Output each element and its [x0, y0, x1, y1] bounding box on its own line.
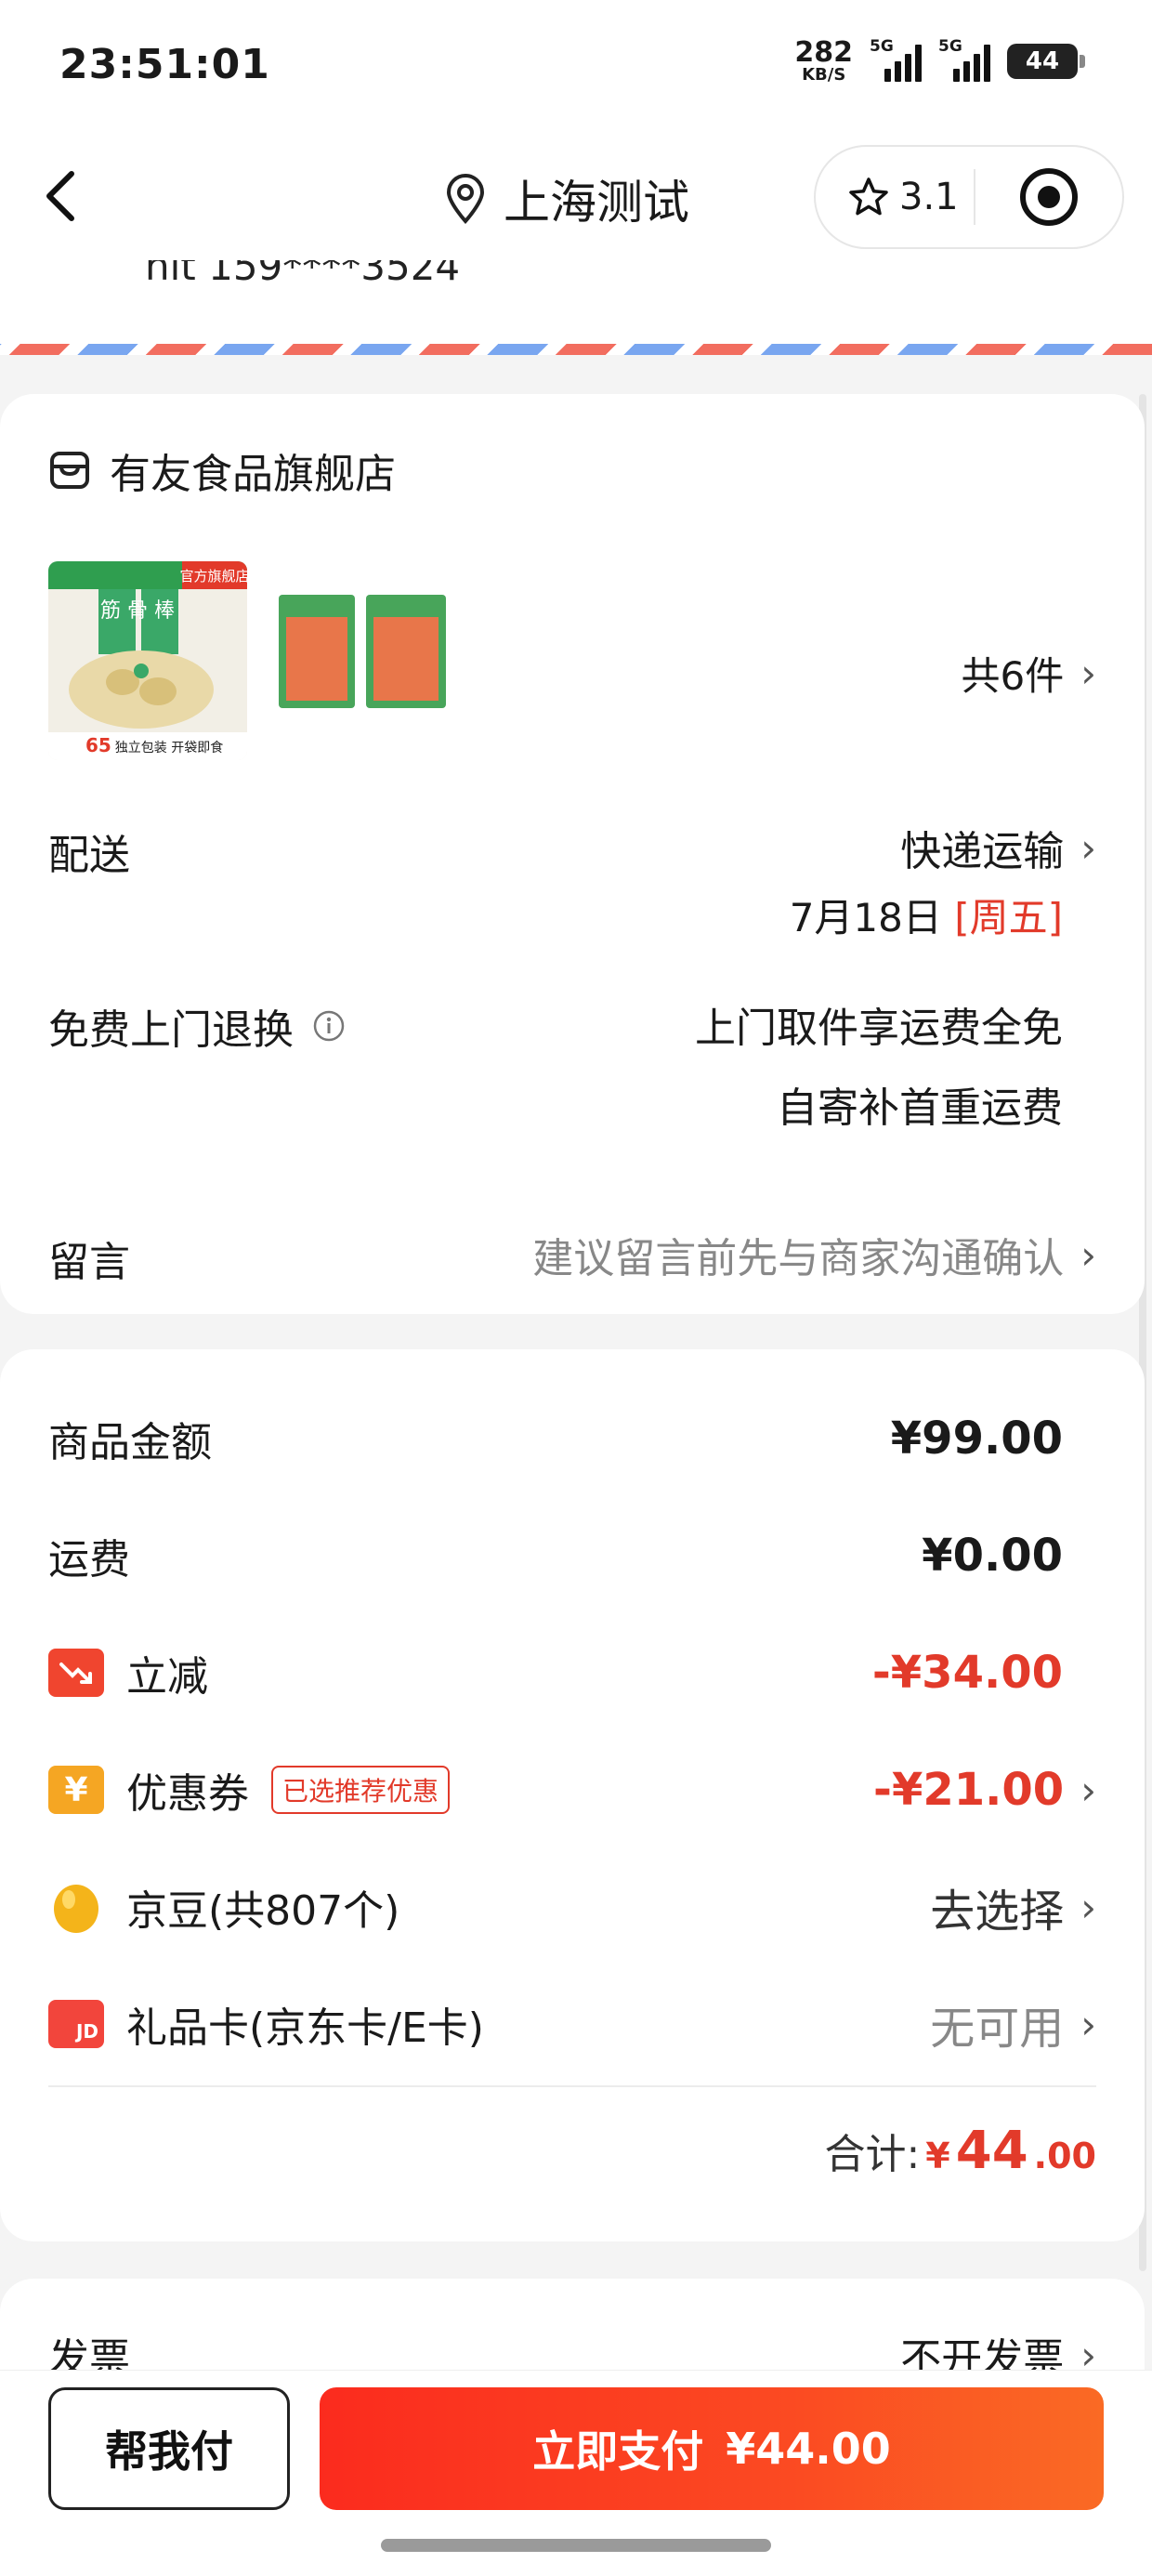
status-time: 23:51:01 [59, 41, 270, 88]
signal-icon: 5G [938, 37, 990, 82]
coupon-label: 优惠券 [126, 1770, 249, 1818]
jd-beans-row[interactable]: 京豆(共807个) 去选择 › [48, 1870, 1096, 1944]
chevron-right-icon: › [1080, 1884, 1096, 1930]
jd-card-icon: JD [48, 2000, 104, 2048]
jd-bean-icon [54, 1885, 98, 1933]
gift-card-label: 礼品卡(京东卡/E卡) [126, 2004, 484, 2052]
location-pin-icon [446, 174, 485, 224]
help-pay-button[interactable]: 帮我付 [48, 2387, 290, 2510]
delivery-method-link[interactable]: 快递运输 › [900, 818, 1096, 877]
total-currency: ¥ [925, 2136, 950, 2176]
delivery-label: 配送 [48, 832, 130, 879]
network-speed: 282 KB/S [794, 39, 853, 84]
network-speed-unit: KB/S [802, 65, 846, 85]
store-header[interactable]: 有友食品旗舰店 [48, 440, 396, 500]
battery-level: 44 [1025, 47, 1060, 75]
divider [48, 2085, 1096, 2087]
item-count: 共6件 [961, 653, 1065, 699]
thumbnail-title: 筋 骨 棒 [100, 599, 175, 623]
instant-discount-value: -¥34.00 [871, 1647, 1063, 1699]
store-name: 有友食品旗舰店 [110, 451, 396, 498]
thumbnail-badge: 官方旗舰店 [179, 568, 247, 585]
return-service-text: 免费上门退换 [48, 1006, 294, 1054]
order-total: 合计: ¥ 44 .00 [824, 2121, 1096, 2181]
goods-amount-row: 商品金额 ¥99.00 [48, 1401, 1096, 1476]
back-button[interactable] [28, 164, 93, 229]
jd-beans-label: 京豆(共807个) [126, 1887, 400, 1935]
info-icon[interactable] [312, 1009, 346, 1043]
signal-label: 5G [870, 37, 894, 56]
product-thumbnail[interactable] [275, 589, 452, 710]
signal-label: 5G [938, 37, 962, 56]
signal-icon: 5G [870, 37, 922, 82]
close-program-button[interactable] [975, 166, 1122, 228]
pay-now-label: 立即支付 [532, 2426, 704, 2477]
delivery-method: 快递运输 [900, 828, 1065, 875]
delivery-date: 7月18日 [周五] [790, 887, 1063, 943]
return-service-line2: 自寄补首重运费 [777, 1084, 1063, 1132]
shipping-value: ¥0.00 [922, 1530, 1063, 1582]
coupon-row[interactable]: ¥ 优惠券 已选推荐优惠 -¥21.00 › [48, 1753, 1096, 1827]
shipping-row: 运费 ¥0.00 [48, 1518, 1096, 1593]
chevron-right-icon: › [1080, 1767, 1096, 1813]
message-field[interactable]: 建议留言前先与商家沟通确认 › [532, 1225, 1096, 1284]
pay-now-button[interactable]: 立即支付 ¥44.00 [320, 2387, 1104, 2510]
rating-button[interactable]: 3.1 [816, 176, 974, 218]
item-count-link[interactable]: 共6件 › [961, 645, 1096, 702]
home-indicator[interactable] [381, 2539, 771, 2552]
page-title: 上海测试 [504, 176, 689, 230]
store-icon [50, 452, 89, 489]
mini-program-capsule: 3.1 [814, 145, 1124, 249]
total-label: 合计: [824, 2131, 921, 2178]
airmail-border [0, 344, 1152, 355]
chevron-right-icon: › [1080, 1231, 1096, 1278]
return-service-line1: 上门取件享运费全免 [695, 1005, 1063, 1052]
status-bar: 23:51:01 282 KB/S 5G 5G 44 [0, 0, 1152, 139]
delivery-weekday: [周五] [954, 895, 1063, 940]
total-integer: 44 [955, 2121, 1028, 2181]
nav-header: 上海测试 3.1 [0, 139, 1152, 260]
target-icon [1020, 168, 1078, 226]
instant-discount-label: 立减 [126, 1653, 208, 1701]
thumbnail-price: 65 [85, 734, 111, 756]
delivery-date-value: 7月18日 [789, 895, 942, 940]
chevron-right-icon: › [1080, 651, 1096, 696]
coupon-value: -¥21.00 [873, 1764, 1065, 1816]
goods-amount-value: ¥99.00 [890, 1413, 1063, 1465]
product-thumbnail[interactable]: 官方旗舰店 筋 骨 棒 65 独立包装 开袋即食 [48, 561, 247, 760]
status-icons: 282 KB/S 5G 5G 44 [794, 37, 1085, 84]
return-service-label: 免费上门退换 [48, 996, 346, 1056]
shipping-label: 运费 [48, 1536, 130, 1584]
chevron-right-icon: › [1080, 2001, 1096, 2047]
jd-beans-value: 去选择 [930, 1886, 1065, 1938]
discount-trend-icon [48, 1649, 104, 1697]
pay-now-amount: ¥44.00 [726, 2424, 891, 2474]
battery-icon: 44 [1007, 44, 1085, 79]
chevron-left-icon [46, 171, 74, 221]
message-label: 留言 [48, 1239, 130, 1286]
location-title[interactable]: 上海测试 [444, 165, 689, 232]
yen-coupon-icon: ¥ [48, 1766, 104, 1814]
gift-card-row[interactable]: JD 礼品卡(京东卡/E卡) 无可用 › [48, 1987, 1096, 2061]
chevron-right-icon: › [1080, 824, 1096, 871]
goods-amount-label: 商品金额 [48, 1419, 212, 1466]
star-icon [849, 177, 888, 216]
thumbnail-caption: 独立包装 开袋即食 [115, 740, 223, 756]
network-speed-value: 282 [794, 36, 853, 69]
store-order-card: 有友食品旗舰店 官方旗舰店 筋 骨 棒 65 独立包装 开袋即食 共6件 › 配… [0, 394, 1145, 1314]
instant-discount-row: 立减 -¥34.00 [48, 1636, 1096, 1710]
total-decimal: .00 [1033, 2136, 1096, 2176]
rating-value: 3.1 [899, 176, 959, 218]
message-placeholder: 建议留言前先与商家沟通确认 [532, 1235, 1065, 1282]
gift-card-value: 无可用 [930, 2003, 1065, 2055]
price-summary-card: 商品金额 ¥99.00 运费 ¥0.00 立减 -¥34.00 ¥ 优惠券 已选… [0, 1349, 1145, 2241]
coupon-recommended-badge: 已选推荐优惠 [271, 1766, 451, 1814]
